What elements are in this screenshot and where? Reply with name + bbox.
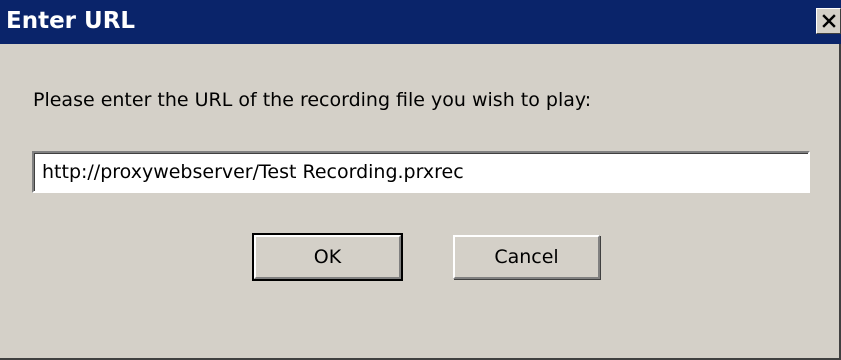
cancel-button[interactable]: Cancel: [453, 235, 600, 279]
enter-url-dialog: Enter URL Please enter the URL of the re…: [0, 0, 841, 360]
ok-button[interactable]: OK: [252, 233, 403, 281]
close-icon: [821, 14, 836, 28]
url-input[interactable]: [32, 151, 810, 193]
window-title: Enter URL: [6, 8, 136, 34]
prompt-label: Please enter the URL of the recording fi…: [33, 89, 592, 111]
title-bar[interactable]: Enter URL: [0, 0, 841, 44]
close-button[interactable]: [816, 8, 841, 34]
